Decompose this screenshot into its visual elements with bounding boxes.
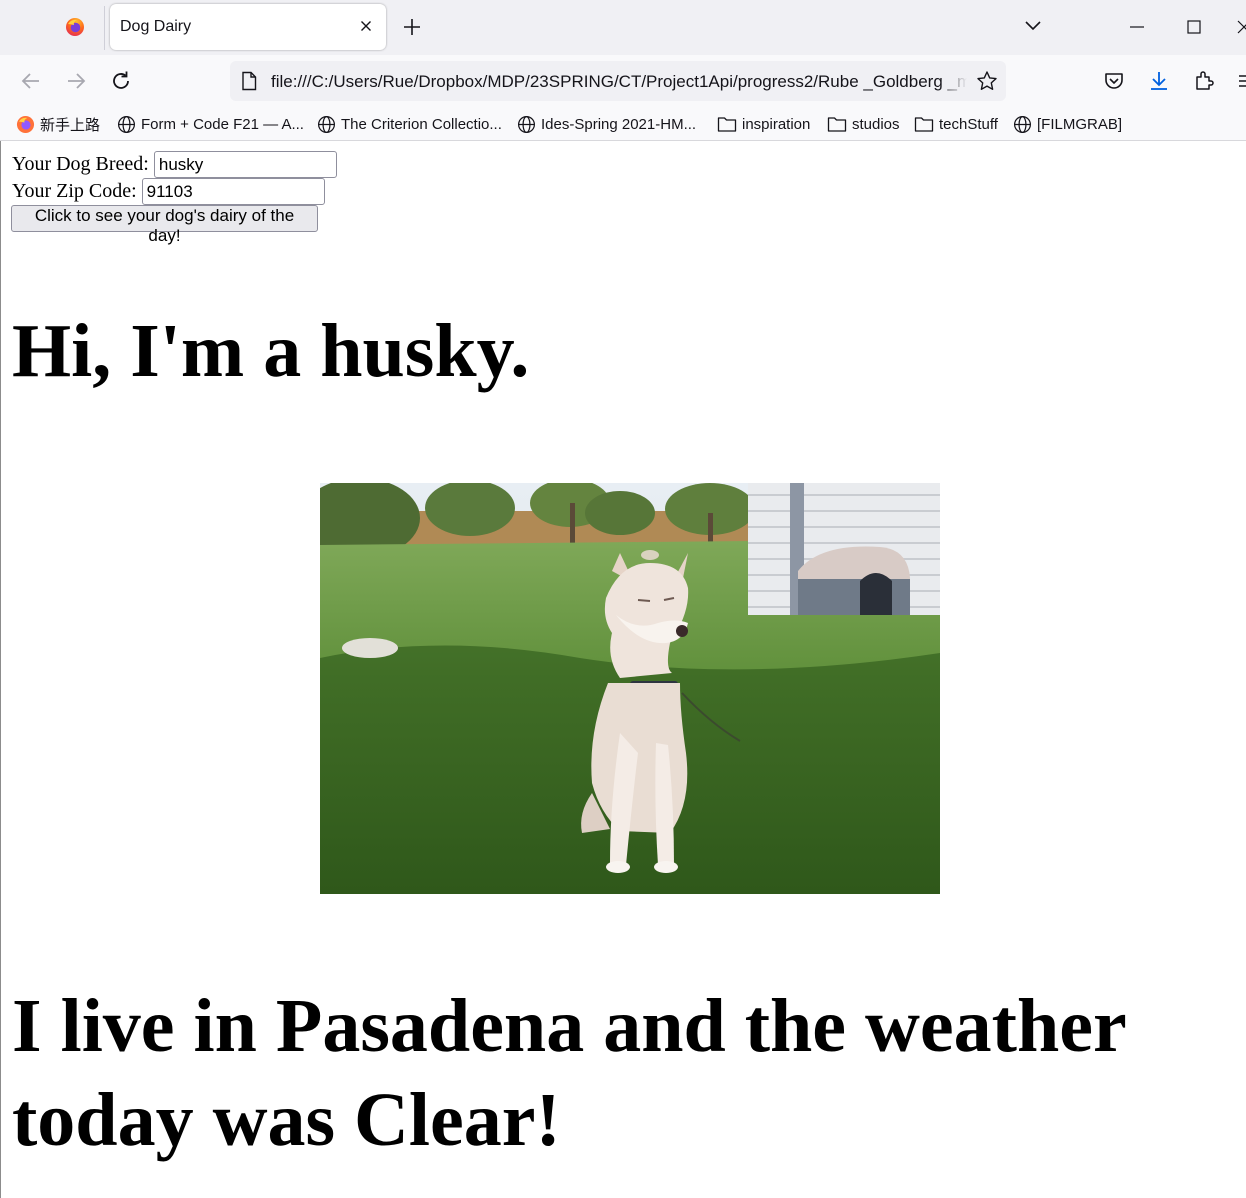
firefox-icon[interactable]: [65, 17, 85, 37]
tab-separator: [104, 6, 105, 50]
back-icon[interactable]: [19, 69, 43, 93]
pocket-icon[interactable]: [1102, 69, 1126, 93]
weather-heading: I live in Pasadena and the weather today…: [12, 984, 1126, 1162]
minimize-icon[interactable]: [1128, 18, 1146, 36]
bookmark-star-icon[interactable]: [976, 70, 998, 92]
menu-icon[interactable]: [1236, 69, 1246, 93]
bookmark-label: Form + Code F21 — A...: [141, 115, 304, 133]
bookmark-label: Ides-Spring 2021-HM...: [541, 115, 697, 133]
submit-button[interactable]: Click to see your dog's dairy of the day…: [11, 205, 318, 245]
url-text[interactable]: file:///C:/Users/Rue/Dropbox/MDP/23SPRIN…: [271, 72, 967, 92]
bookmark-item[interactable]: The Criterion Collectio...: [317, 113, 502, 135]
bookmark-label: inspiration: [742, 115, 811, 133]
close-window-icon[interactable]: [1236, 18, 1246, 36]
downloads-icon[interactable]: [1147, 69, 1171, 93]
bookmark-item[interactable]: [FILMGRAB]: [1013, 113, 1122, 135]
zip-row: Your Zip Code:: [12, 178, 325, 205]
bookmark-item[interactable]: Ides-Spring 2021-HM...: [517, 113, 696, 135]
breed-row: Your Dog Breed:: [12, 151, 337, 178]
chevron-down-icon[interactable]: [1023, 18, 1043, 34]
bookmark-folder[interactable]: techStuff: [914, 113, 998, 135]
page-content: Your Dog Breed: Your Zip Code: Click to …: [0, 141, 1246, 1198]
breed-heading: Hi, I'm a husky.: [12, 309, 530, 393]
folder-icon: [827, 117, 847, 132]
extensions-icon[interactable]: [1192, 69, 1216, 93]
bookmark-folder[interactable]: inspiration: [717, 113, 810, 135]
reload-icon[interactable]: [109, 69, 133, 93]
bookmark-label: The Criterion Collectio...: [341, 115, 502, 133]
globe-icon: [517, 115, 536, 133]
tab-title: Dog Dairy: [120, 18, 192, 35]
forward-icon[interactable]: [64, 69, 88, 93]
folder-icon: [914, 117, 934, 132]
tab-strip: Dog Dairy: [0, 0, 1246, 55]
bookmark-label: techStuff: [939, 115, 998, 133]
bookmarks-toolbar: 新手上路 Form + Code F21 — A... The Criterio…: [0, 106, 1246, 141]
page-icon: [242, 71, 257, 91]
maximize-icon[interactable]: [1185, 18, 1203, 36]
zip-label: Your Zip Code:: [12, 180, 137, 202]
tab-active[interactable]: Dog Dairy: [110, 4, 386, 50]
bookmark-label: [FILMGRAB]: [1037, 115, 1123, 133]
breed-label: Your Dog Breed:: [12, 153, 149, 175]
zip-input[interactable]: [141, 178, 325, 205]
bookmark-label: studios: [852, 115, 900, 133]
breed-input[interactable]: [153, 151, 337, 178]
folder-icon: [717, 117, 737, 132]
bookmark-item[interactable]: Form + Code F21 — A...: [117, 113, 304, 135]
globe-icon: [117, 115, 136, 133]
new-tab-icon[interactable]: [402, 17, 422, 37]
bookmark-label: 新手上路: [40, 116, 101, 134]
close-tab-icon[interactable]: [358, 18, 374, 34]
address-bar[interactable]: file:///C:/Users/Rue/Dropbox/MDP/23SPRIN…: [230, 61, 1006, 101]
globe-icon: [1013, 115, 1032, 133]
husky-photo: [320, 483, 940, 894]
bookmark-folder[interactable]: studios: [827, 113, 900, 135]
globe-icon: [317, 115, 336, 133]
firefox-icon: [16, 115, 35, 133]
bookmark-item[interactable]: 新手上路: [16, 113, 100, 135]
navigation-bar: file:///C:/Users/Rue/Dropbox/MDP/23SPRIN…: [0, 55, 1246, 106]
